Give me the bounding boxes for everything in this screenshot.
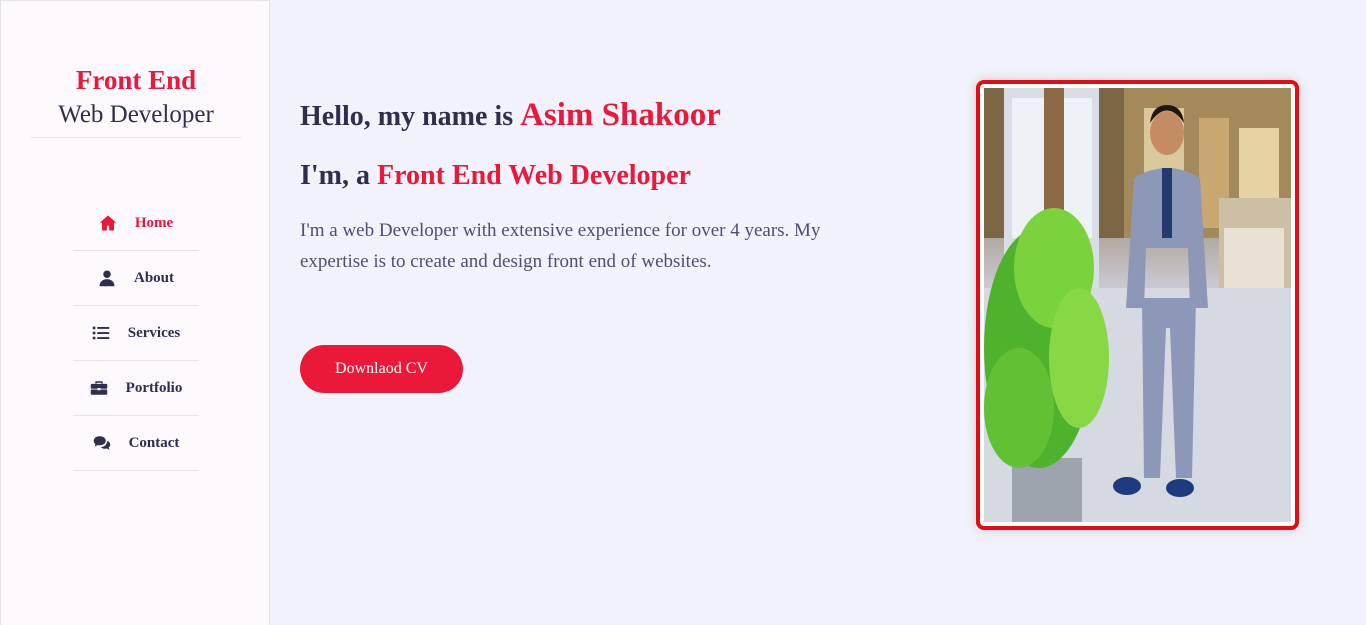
nav-item-home: Home: [73, 196, 199, 251]
list-icon: [92, 324, 110, 342]
nav-link-about[interactable]: About: [73, 251, 199, 305]
nav-link-portfolio[interactable]: Portfolio: [73, 361, 199, 415]
nav-label-portfolio: Portfolio: [125, 379, 183, 396]
chat-icon: [93, 434, 111, 452]
greeting-text: Hello, my name is: [300, 101, 521, 132]
nav-link-contact[interactable]: Contact: [73, 416, 199, 470]
nav-link-services[interactable]: Services: [73, 306, 199, 360]
nav-item-services: Services: [73, 306, 199, 361]
hero-role: I'm, a Front End Web Developer: [300, 160, 691, 192]
role-title: Front End Web Developer: [377, 160, 691, 191]
logo[interactable]: Front End Web Developer: [31, 63, 241, 138]
nav-label-contact: Contact: [128, 434, 180, 451]
hero-description: I'm a web Developer with extensive exper…: [300, 220, 821, 272]
profile-photo-frame: [976, 80, 1299, 530]
nav-link-home[interactable]: Home: [73, 196, 199, 250]
home-icon: [99, 214, 117, 232]
role-prefix: I'm, a: [300, 160, 377, 191]
user-icon: [98, 269, 116, 287]
nav-item-contact: Contact: [73, 416, 199, 471]
nav-label-services: Services: [127, 324, 181, 341]
sidebar: Front End Web Developer Home About Servi…: [0, 0, 270, 625]
home-section: Hello, my name is Asim Shakoor I'm, a Fr…: [270, 0, 1366, 625]
nav-menu: Home About Services Portfolio Contact: [73, 196, 199, 471]
nav-label-about: About: [133, 269, 174, 286]
download-cv-button[interactable]: Downlaod CV: [300, 345, 463, 393]
hero-greeting: Hello, my name is Asim Shakoor: [300, 97, 721, 134]
profile-photo-illustration: [984, 88, 1291, 522]
hero-name: Asim Shakoor: [520, 97, 721, 133]
nav-item-portfolio: Portfolio: [73, 361, 199, 416]
briefcase-icon: [90, 379, 108, 397]
nav-label-home: Home: [134, 214, 174, 231]
profile-photo: [984, 88, 1291, 522]
nav-item-about: About: [73, 251, 199, 306]
logo-line1: Front End: [75, 65, 197, 95]
logo-line2: Web Developer: [58, 101, 214, 128]
